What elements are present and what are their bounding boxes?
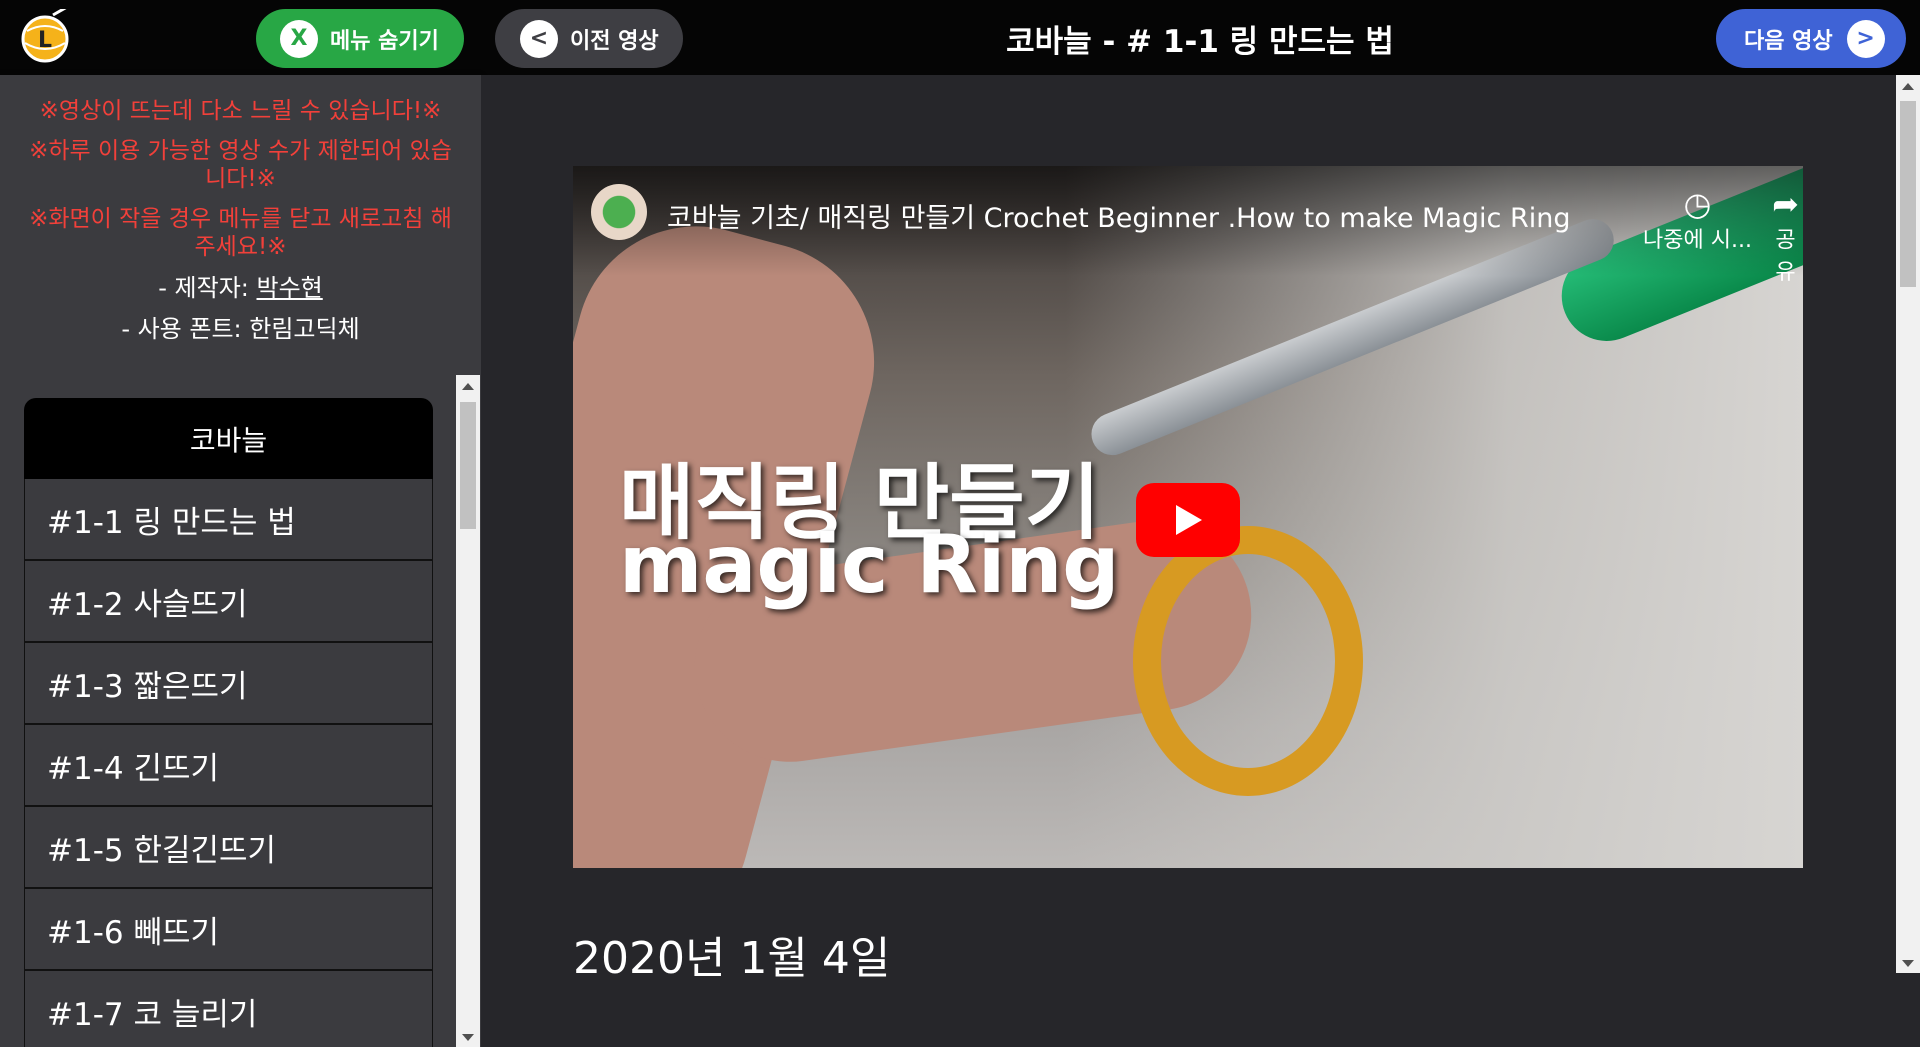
menu-item-1-5[interactable]: #1-5 한길긴뜨기: [24, 807, 433, 889]
scroll-down-arrow-icon[interactable]: [462, 1034, 474, 1041]
notice-warning-refresh: ※화면이 작을 경우 메뉴를 닫고 새로고침 해주세요!※: [29, 206, 452, 260]
next-video-label: 다음 영상: [1744, 28, 1833, 54]
creator-credit: - 제작자: 박수현: [0, 273, 481, 303]
chevron-left-icon: <: [520, 19, 558, 58]
page-title: 코바늘 - # 1-1 링 만드는 법: [1006, 24, 1394, 60]
creator-prefix: - 제작자:: [158, 274, 257, 302]
video-date: 2020년 1월 4일: [573, 933, 891, 984]
menu-item-1-7[interactable]: #1-7 코 늘리기: [24, 971, 433, 1047]
watch-later-button[interactable]: ◷ 나중에 시...: [1643, 186, 1752, 254]
scroll-up-arrow-icon[interactable]: [462, 383, 474, 390]
share-arrow-icon: ➦: [1772, 185, 1799, 223]
menu-scrollbar-thumb[interactable]: [460, 402, 476, 529]
page-scroll-up-arrow-icon[interactable]: [1902, 83, 1914, 90]
menu-scrollbar[interactable]: [456, 375, 480, 1047]
previous-video-label: 이전 영상: [570, 28, 659, 54]
notice-warning-limit: ※하루 이용 가능한 영상 수가 제한되어 있습니다!※: [29, 138, 452, 192]
page-scrollbar-thumb[interactable]: [1900, 101, 1916, 287]
previous-video-button[interactable]: < 이전 영상: [495, 9, 683, 68]
video-title[interactable]: 코바늘 기초/ 매직링 만들기 Crochet Beginner .How to…: [667, 196, 1570, 235]
top-bar: L X 메뉴 숨기기 < 이전 영상 코바늘 - # 1-1 링 만드는 법 다…: [0, 0, 1920, 75]
creator-name-link[interactable]: 박수현: [257, 274, 323, 302]
menu-item-1-6[interactable]: #1-6 빼뜨기: [24, 889, 433, 971]
lesson-menu: 코바늘 #1-1 링 만드는 법 #1-2 사슬뜨기 #1-3 짧은뜨기 #1-…: [0, 375, 481, 1047]
youtube-video-player[interactable]: 코바늘 기초/ 매직링 만들기 Crochet Beginner .How to…: [573, 166, 1803, 868]
share-button[interactable]: ➦ 공유: [1768, 186, 1803, 286]
yarn-ball-logo-icon[interactable]: L: [17, 9, 73, 65]
share-label: 공유: [1775, 228, 1796, 285]
font-credit: - 사용 폰트: 한림고딕체: [121, 315, 360, 343]
notice-panel: ※영상이 뜨는데 다소 느릴 수 있습니다!※ ※하루 이용 가능한 영상 수가…: [0, 75, 481, 375]
chevron-right-icon: >: [1846, 19, 1885, 58]
next-video-button[interactable]: 다음 영상 >: [1716, 9, 1906, 68]
channel-avatar[interactable]: [591, 184, 647, 240]
clock-icon: ◷: [1683, 185, 1712, 223]
video-overlay-title-english: magic Ring: [619, 518, 1120, 611]
page-scroll-down-arrow-icon[interactable]: [1902, 960, 1914, 967]
page-scrollbar[interactable]: [1896, 75, 1920, 973]
menu-category-header[interactable]: 코바늘: [24, 398, 433, 479]
hide-menu-button[interactable]: X 메뉴 숨기기: [256, 9, 464, 68]
video-yarn-ring: [1133, 526, 1363, 796]
notice-warning-slow: ※영상이 뜨는데 다소 느릴 수 있습니다!※: [39, 98, 442, 124]
youtube-play-icon[interactable]: [1136, 483, 1240, 557]
close-icon: X: [280, 19, 318, 58]
menu-item-1-2[interactable]: #1-2 사슬뜨기: [24, 561, 433, 643]
watch-later-label: 나중에 시...: [1643, 228, 1752, 253]
hide-menu-label: 메뉴 숨기기: [330, 28, 439, 54]
menu-item-1-4[interactable]: #1-4 긴뜨기: [24, 725, 433, 807]
menu-item-1-3[interactable]: #1-3 짧은뜨기: [24, 643, 433, 725]
logo-letter: L: [38, 28, 52, 53]
menu-item-1-1[interactable]: #1-1 링 만드는 법: [24, 479, 433, 561]
